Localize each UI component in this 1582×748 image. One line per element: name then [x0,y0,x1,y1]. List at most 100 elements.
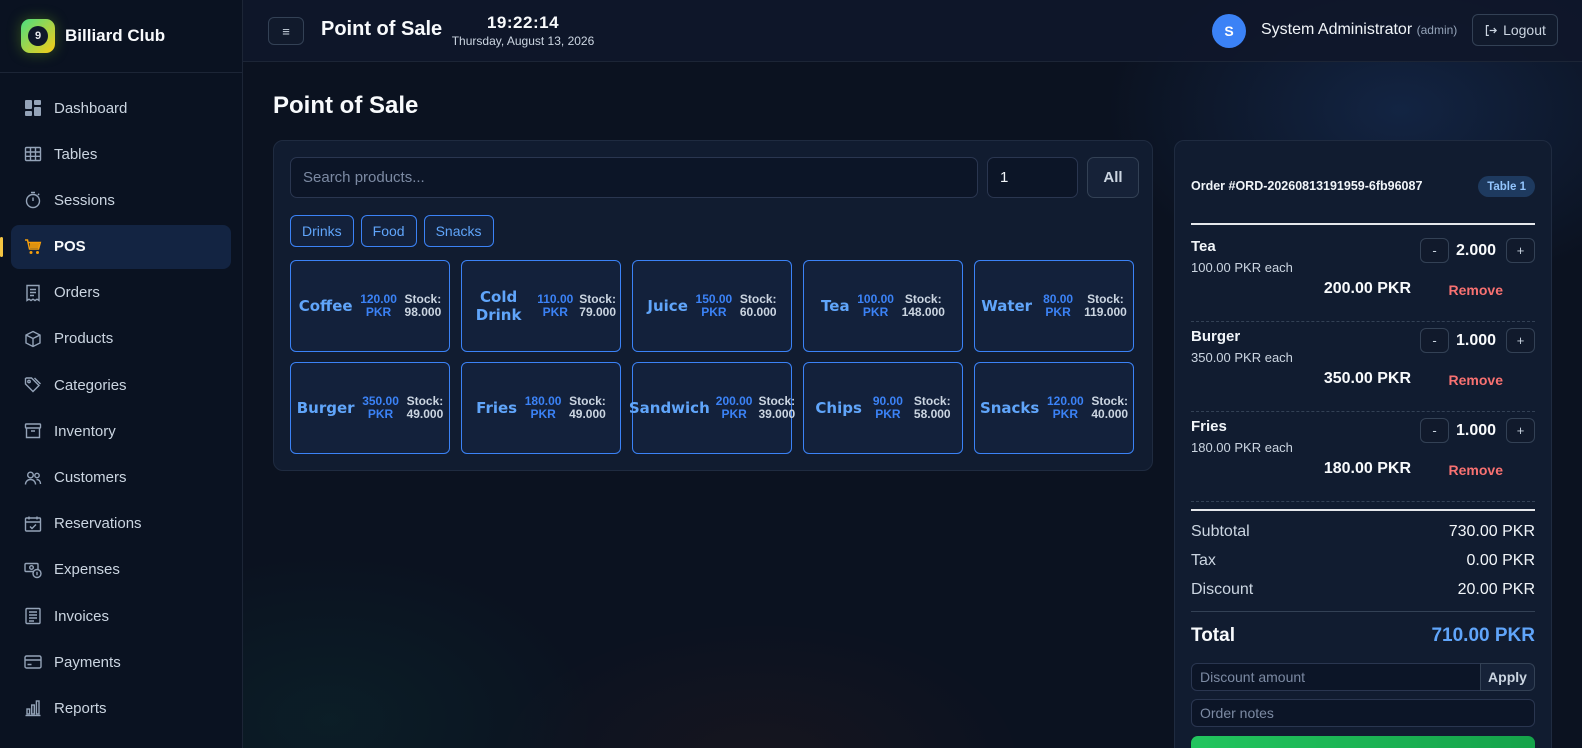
product-price: 200.00 PKR [716,395,753,420]
order-item-unit-price: 180.00 PKR each [1191,440,1293,455]
increase-qty-button[interactable]: + [1506,238,1535,263]
sidebar-item-label: Products [54,330,114,348]
product-stock: Stock: 39.000 [758,395,795,420]
sidebar-item-label: Customers [54,469,127,486]
brand-name: Billiard Club [65,26,166,45]
product-stock: Stock: 60.000 [740,293,777,318]
sidebar: 9 Billiard Club Dashboard Tables Sessions P… [0,0,243,748]
receipt-icon [24,284,42,302]
checkout-button[interactable] [1191,736,1535,748]
sidebar-item-pos[interactable]: POS [0,224,231,269]
sidebar-item-categories[interactable]: Categories [11,363,231,407]
dashboard-icon [24,99,42,117]
sidebar-item-reservations[interactable]: Reservations [11,502,231,546]
remove-item-button[interactable]: Remove [1449,372,1503,388]
sidebar-item-sessions[interactable]: Sessions [11,178,231,222]
cash-coin-icon [24,561,42,579]
menu-toggle-button[interactable]: ≡ [268,17,304,45]
order-panel: Order #ORD-20260813191959-6fb96087 Table… [1174,140,1552,748]
clock: 19:22:14 Thursday, August 13, 2026 [448,13,598,48]
products-panel: All DrinksFoodSnacks Coffee120.00PKRStoc… [273,140,1153,471]
product-card[interactable]: Juice 150.00 PKR Stock: 60.000 [632,260,792,352]
sidebar-item-label: Dashboard [54,99,128,117]
credit-card-icon [24,653,42,671]
sidebar-item-tables[interactable]: Tables [11,132,231,176]
sidebar-item-products[interactable]: Products [11,317,231,361]
archive-icon [24,422,42,440]
sidebar-item-payments[interactable]: Payments [11,640,231,684]
sidebar-item-inventory[interactable]: Inventory [11,409,231,453]
sidebar-item-invoices[interactable]: Invoices [11,594,231,638]
product-stock: Stock: 40.000 [1091,395,1128,420]
sidebar-item-expenses[interactable]: Expenses [11,548,231,592]
sidebar-item-customers[interactable]: Customers [11,456,231,500]
product-card[interactable]: Snacks 120.00 PKR Stock: 40.000 [974,362,1134,454]
decrease-qty-button[interactable]: - [1420,328,1449,353]
product-stock-value: 148.000 [901,305,945,319]
tax-label: Tax [1191,552,1216,569]
category-food-button[interactable]: Food [360,215,417,247]
people-icon [24,469,42,487]
logout-button[interactable]: Logout [1472,14,1558,46]
category-drinks-button[interactable]: Drinks [290,215,354,247]
product-stock-value: 60.000 [739,305,777,319]
product-price: 110.00 PKR [537,293,573,318]
product-stock: Stock: 49.000 [407,395,444,420]
product-name: Water [981,297,1033,315]
avatar[interactable]: S [1212,14,1246,48]
product-card[interactable]: Chips 90.00 PKR Stock: 58.000 [803,362,963,454]
product-card[interactable]: Fries 180.00 PKR Stock: 49.000 [461,362,621,454]
sidebar-item-label: POS [54,238,86,256]
box-icon [24,330,42,348]
increase-qty-button[interactable]: + [1506,328,1535,353]
order-item-row: Tea 100.00 PKR each -2.000 +200.00 PKR Remov… [1191,232,1535,322]
order-item-row: Fries 180.00 PKR each -1.000 +180.00 PKR Rem… [1191,412,1535,502]
order-notes-input[interactable] [1191,699,1535,727]
increase-qty-button[interactable]: + [1506,418,1535,443]
quantity-input[interactable] [987,157,1078,198]
all-categories-button[interactable]: All [1087,157,1139,198]
clock-time: 19:22:14 [486,13,560,32]
clock-date: Thursday, August 13, 2026 [451,34,595,48]
sidebar-nav: Dashboard Tables Sessions POS Orders Products… [0,73,242,730]
remove-item-button[interactable]: Remove [1449,282,1503,298]
header-title: Point of Sale [321,18,443,40]
product-price: 120.00 PKR [1045,395,1085,420]
order-item-name: Fries [1191,418,1227,435]
order-item-unit-price: 100.00 PKR each [1191,260,1293,275]
product-card[interactable]: Tea 100.00 PKR Stock: 148.000 [803,260,963,352]
product-card[interactable]: Water 80.00 PKR Stock: 119.000 [974,260,1134,352]
discount-label: Discount [1191,581,1254,598]
decrease-qty-button[interactable]: - [1420,418,1449,443]
remove-item-button[interactable]: Remove [1449,462,1503,478]
category-snacks-button[interactable]: Snacks [423,215,494,247]
subtotal-row: Subtotal 730.00 PKR [1191,523,1535,541]
product-card[interactable]: Sandwich 200.00 PKR Stock: 39.000 [629,362,795,454]
sidebar-item-orders[interactable]: Orders [11,271,231,315]
product-price: 150.00 PKR [694,293,734,318]
subtotal-label: Subtotal [1191,523,1250,540]
search-input[interactable] [290,157,978,198]
order-item-name: Tea [1191,238,1216,255]
sidebar-item-reports[interactable]: Reports [11,686,231,730]
order-divider [1191,223,1535,225]
product-card[interactable]: Burger 350.00 PKR Stock: 49.000 [290,362,450,454]
discount-amount-input[interactable] [1191,663,1481,691]
product-price: 120.00 PKR [359,293,399,318]
product-card[interactable]: Coffee 120.00 PKR Stock: 98.000 [290,260,450,352]
product-name: Snacks [979,399,1040,417]
sidebar-item-dashboard[interactable]: Dashboard [11,86,231,130]
product-price-currency: PKR [721,407,747,421]
product-card[interactable]: Cold Drink 110.00 PKR Stock: 79.000 [461,260,621,352]
order-item-qty: 2.000 [1455,242,1497,259]
apply-discount-button[interactable]: Apply [1480,663,1535,691]
order-id: Order #ORD-20260813191959-6fb96087 [1191,179,1423,193]
product-price-currency: PKR [530,407,556,421]
product-name: Cold Drink [475,288,522,324]
brand[interactable]: 9 Billiard Club [0,0,242,73]
product-stock-value: 119.000 [1084,305,1127,319]
sidebar-item-label: Expenses [54,561,120,579]
product-name: Chips [815,399,862,417]
decrease-qty-button[interactable]: - [1420,238,1449,263]
hamburger-icon: ≡ [282,23,290,39]
